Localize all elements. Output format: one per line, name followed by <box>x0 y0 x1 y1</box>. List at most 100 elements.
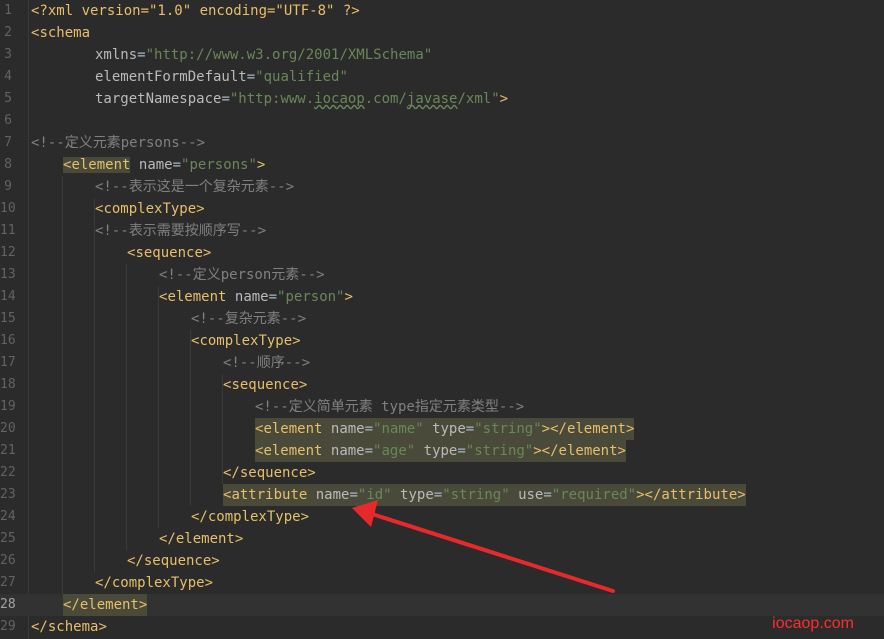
line-number: 8 <box>4 157 12 172</box>
code-text: <attribute name="id" type="string" use="… <box>223 484 746 506</box>
line-number: 6 <box>4 113 12 128</box>
code-line[interactable]: 21 <element name="age" type="string"></el… <box>0 440 884 462</box>
code-token: schema <box>47 619 99 635</box>
line-number: 12 <box>0 245 16 260</box>
line-number: 10 <box>0 201 16 216</box>
code-token: = <box>137 47 146 63</box>
code-line[interactable]: 5 targetNamespace="http:www.iocaop.com/ja… <box>0 88 884 110</box>
code-line[interactable]: 3 xmlns="http://www.w3.org/2001/XMLSchema… <box>0 44 884 66</box>
code-line[interactable]: 24 </complexType> <box>0 506 884 528</box>
line-number: 14 <box>0 289 16 304</box>
code-token: > <box>204 575 214 591</box>
line-number: 16 <box>0 333 16 348</box>
code-line[interactable]: 25 </element> <box>0 528 884 550</box>
line-number: 4 <box>4 69 12 84</box>
code-token: elementFormDefault <box>95 69 247 85</box>
code-token: "required" <box>551 487 637 503</box>
code-line[interactable]: 27 </complexType> <box>0 572 884 594</box>
code-token: element <box>263 421 323 437</box>
code-token: /xml" <box>457 91 500 107</box>
code-text: <element name="name" type="string"></ele… <box>255 418 635 440</box>
code-line[interactable]: 4 elementFormDefault="qualified" <box>0 66 884 88</box>
code-line[interactable]: 26 </sequence> <box>0 550 884 572</box>
code-token: element <box>263 443 323 459</box>
line-number: 22 <box>0 465 16 480</box>
code-line[interactable]: 18 <sequence> <box>0 374 884 396</box>
line-number: 13 <box>0 267 16 282</box>
code-token: > <box>292 333 301 349</box>
line-number: 29 <box>0 619 16 634</box>
code-token: </ <box>223 465 240 481</box>
code-token: "http:www. <box>229 91 315 107</box>
code-text: </element> <box>159 528 243 550</box>
code-token: <!--定义简单元素 type指定元素类型--> <box>255 399 525 415</box>
code-text: <sequence> <box>223 374 307 396</box>
code-line[interactable]: 6 <box>0 110 884 132</box>
code-token: name <box>330 443 365 459</box>
code-token: attribute <box>661 487 738 503</box>
code-token: element <box>175 531 235 547</box>
code-token: complexType <box>111 575 205 591</box>
code-token: </ <box>31 619 48 635</box>
code-line[interactable]: 15 <!--复杂元素--> <box>0 308 884 330</box>
code-text: <complexType> <box>95 198 205 220</box>
code-line[interactable]: 12 <sequence> <box>0 242 884 264</box>
code-line[interactable]: 10 <complexType> <box>0 198 884 220</box>
code-token: = <box>349 487 358 503</box>
code-token: <!--顺序--> <box>223 355 311 371</box>
code-text: <sequence> <box>127 242 211 264</box>
code-token: </ <box>191 509 208 525</box>
code-line[interactable]: 1 <?xml version="1.0" encoding="UTF-8" ?> <box>0 0 884 22</box>
code-token: sequence <box>239 465 308 481</box>
line-number: 7 <box>4 135 12 150</box>
code-token: <!--复杂元素--> <box>191 311 307 327</box>
code-text: xmlns="http://www.w3.org/2001/XMLSchema" <box>95 44 432 66</box>
code-line[interactable]: 7 <!--定义元素persons--> <box>0 132 884 154</box>
line-number: 24 <box>0 509 16 524</box>
code-line[interactable]: 29 </schema> <box>0 616 884 638</box>
code-token: > <box>307 465 316 481</box>
code-token: > <box>202 245 212 261</box>
code-token: sequence <box>135 245 203 261</box>
line-number: 21 <box>0 443 16 458</box>
code-token: use <box>518 487 544 503</box>
code-line[interactable]: 2 <schema <box>0 22 884 44</box>
code-line[interactable]: 8 <element name="persons"> <box>0 154 884 176</box>
code-text: <?xml version="1.0" encoding="UTF-8" ?> <box>31 0 360 22</box>
code-line[interactable]: 17 <!--顺序--> <box>0 352 884 374</box>
code-editor[interactable]: 1 <?xml version="1.0" encoding="UTF-8" ?>… <box>0 0 884 639</box>
code-line[interactable]: 22 </sequence> <box>0 462 884 484</box>
code-token: ></ <box>533 443 559 459</box>
code-token: </ <box>159 531 176 547</box>
code-token: "person" <box>277 289 345 305</box>
code-token: = <box>268 289 278 305</box>
code-line[interactable]: 28 </element> <box>0 594 884 616</box>
code-text: <!--定义元素persons--> <box>31 132 205 154</box>
code-line[interactable]: 9 <!--表示这是一个复杂元素--> <box>0 176 884 198</box>
code-token: "name" <box>373 421 424 437</box>
code-line[interactable]: 11 <!--表示需要按顺序写--> <box>0 220 884 242</box>
code-token: ></ <box>636 487 662 503</box>
code-token: > <box>737 487 746 503</box>
code-line[interactable]: 14 <element name="person"> <box>0 286 884 308</box>
code-line[interactable]: 13 <!--定义person元素--> <box>0 264 884 286</box>
line-number: 3 <box>4 47 12 62</box>
code-line[interactable]: 19 <!--定义简单元素 type指定元素类型--> <box>0 396 884 418</box>
code-token: </ <box>95 575 112 591</box>
code-token: > <box>98 619 107 635</box>
code-token: "http://www.w3.org/2001/XMLSchema" <box>145 47 433 63</box>
code-text: elementFormDefault="qualified" <box>95 66 348 88</box>
code-line[interactable]: 16 <complexType> <box>0 330 884 352</box>
code-text: <!--定义简单元素 type指定元素类型--> <box>255 396 524 418</box>
code-token: = <box>221 91 230 107</box>
code-text: </sequence> <box>223 462 316 484</box>
code-token: "id" <box>357 487 392 503</box>
code-token: name <box>234 289 269 305</box>
code-line[interactable]: 23 <attribute name="id" type="string" use… <box>0 484 884 506</box>
code-text: <complexType> <box>191 330 301 352</box>
code-line[interactable]: 20 <element name="name" type="string"></e… <box>0 418 884 440</box>
